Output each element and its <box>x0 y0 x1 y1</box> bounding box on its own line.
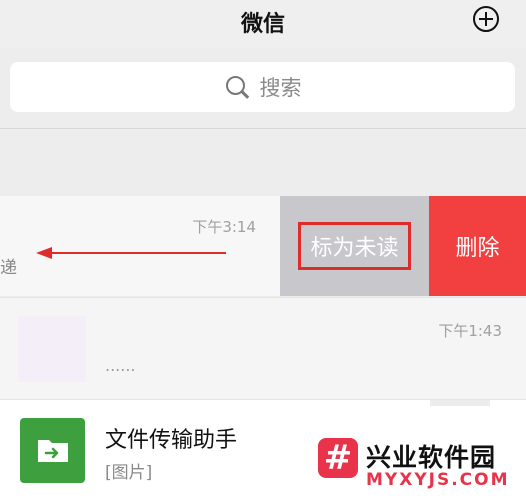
mark-unread-label: 标为未读 <box>298 222 411 270</box>
watermark: # 兴业软件园 MYXYJS.COM <box>318 438 518 494</box>
page-title: 微信 <box>240 12 285 37</box>
watermark-logo: # <box>318 438 358 478</box>
watermark-text-en: MYXYJS.COM <box>366 470 510 490</box>
mark-unread-button[interactable]: 标为未读 <box>280 196 429 296</box>
plus-circle-icon[interactable] <box>473 6 499 32</box>
chat-time-cropped <box>430 400 490 406</box>
search-placeholder: 搜索 <box>259 76 302 100</box>
chat-preview: [图片] <box>105 463 153 483</box>
chat-row[interactable]: 下午1:43 ...... <box>0 297 526 399</box>
chat-time: 下午1:43 <box>438 322 502 340</box>
watermark-text-cn: 兴业软件园 <box>366 443 497 472</box>
chat-name: 文件传输助手 <box>105 428 238 453</box>
delete-label: 删除 <box>455 236 500 261</box>
search-icon <box>224 74 250 100</box>
chat-time: 下午3:14 <box>192 218 256 236</box>
search-inner: 搜索 <box>10 62 515 112</box>
delete-button[interactable]: 删除 <box>429 196 526 296</box>
watermark-logo-glyph: # <box>323 438 353 478</box>
search-bar[interactable]: 搜索 <box>10 62 515 112</box>
avatar <box>18 316 86 382</box>
chat-preview: ...... <box>105 356 136 375</box>
app-header: 微信 <box>0 0 526 48</box>
section-gap <box>0 128 526 196</box>
folder-arrow-icon <box>38 440 68 462</box>
swipe-left-arrow-icon <box>36 247 226 259</box>
chat-preview: 递 <box>0 258 17 278</box>
avatar <box>20 418 85 483</box>
